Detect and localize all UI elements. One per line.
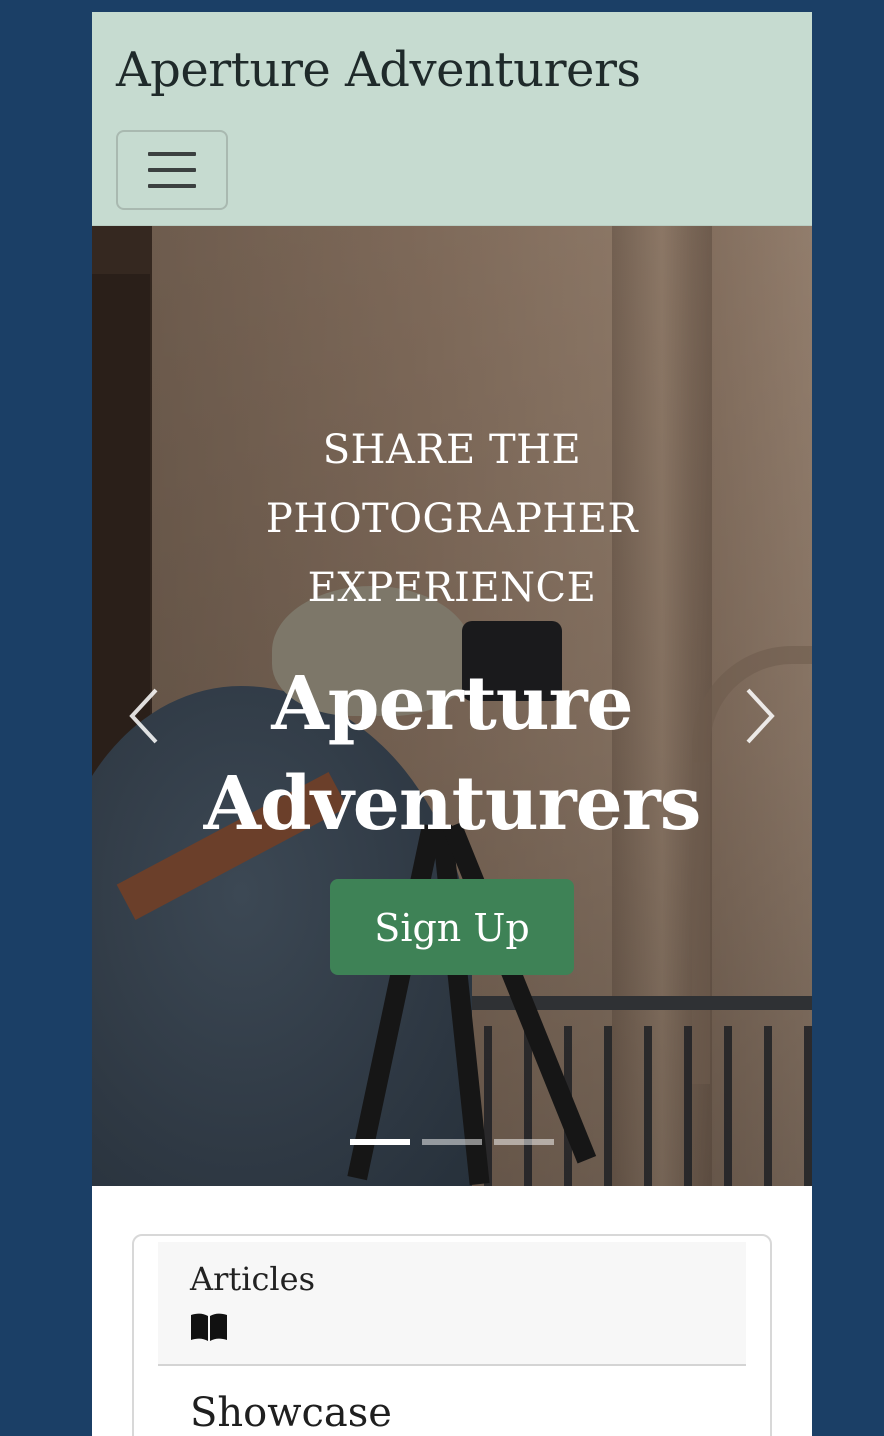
carousel-indicator-1[interactable] (350, 1139, 410, 1145)
card-header-articles[interactable]: Articles (158, 1242, 746, 1366)
carousel-indicator-2[interactable] (422, 1139, 482, 1145)
page-container: Aperture Adventurers SHARE THE PHOTOGRAP… (92, 12, 812, 1436)
chevron-right-icon (746, 688, 775, 744)
carousel-indicator-3[interactable] (494, 1139, 554, 1145)
carousel-prev-button[interactable] (116, 676, 176, 756)
navbar-toggle-button[interactable] (116, 130, 228, 210)
card-header-label: Articles (190, 1260, 316, 1298)
hero-title: Aperture Adventurers (203, 661, 702, 847)
card-item-showcase[interactable]: Showcase (190, 1390, 392, 1436)
hero-carousel: SHARE THE PHOTOGRAPHER EXPERIENCE Apertu… (92, 226, 812, 1186)
chevron-left-icon (129, 688, 158, 744)
carousel-indicators (92, 1139, 812, 1149)
content-card: Articles Showcase (132, 1234, 772, 1436)
carousel-next-button[interactable] (728, 676, 788, 756)
hero-tagline: SHARE THE PHOTOGRAPHER EXPERIENCE (265, 427, 639, 611)
brand-title[interactable]: Aperture Adventurers (116, 42, 641, 100)
navbar: Aperture Adventurers (92, 12, 812, 226)
book-open-icon (191, 1313, 227, 1341)
sign-up-button[interactable]: Sign Up (330, 879, 574, 975)
